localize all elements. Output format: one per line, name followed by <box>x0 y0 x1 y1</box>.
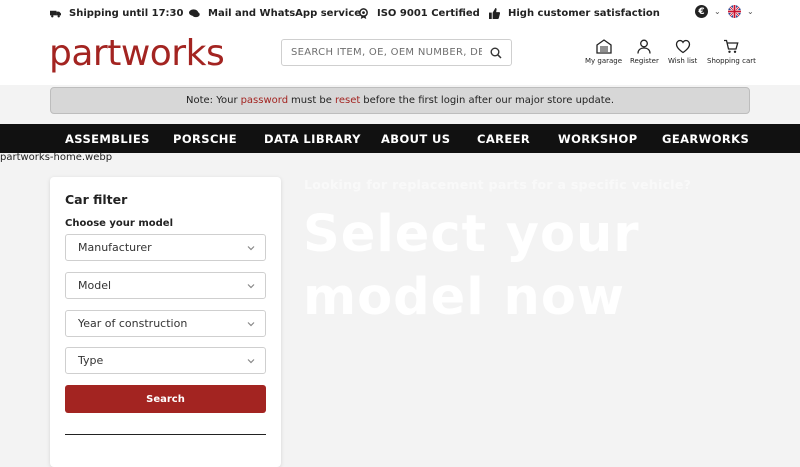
my-garage-label: My garage <box>585 57 623 65</box>
year-select[interactable]: Year of construction <box>65 310 266 337</box>
search-icon[interactable] <box>490 47 502 59</box>
nav-workshop[interactable]: WORKSHOP <box>558 132 638 146</box>
search-box[interactable] <box>281 39 512 66</box>
chevron-down-icon <box>247 246 255 251</box>
manufacturer-select[interactable]: Manufacturer <box>65 234 266 261</box>
usp-shipping-text: Shipping until 17:30 <box>69 7 184 19</box>
hero-kicker: Looking for replacement parts for a spec… <box>304 177 692 192</box>
site-header: partworks My garage Register Wish list S… <box>0 25 800 85</box>
notice-text-middle: must be <box>291 95 332 106</box>
nav-assemblies[interactable]: ASSEMBLIES <box>65 132 150 146</box>
chat-icon <box>189 8 200 17</box>
certificate-icon <box>359 7 368 19</box>
nav-data-library[interactable]: DATA LIBRARY <box>264 132 361 146</box>
car-filter-search-button[interactable]: Search <box>65 385 266 413</box>
nav-gearworks[interactable]: GEARWORKS <box>662 132 749 146</box>
euro-icon: € <box>695 5 708 18</box>
usp-satisfaction-text: High customer satisfaction <box>508 7 660 19</box>
user-icon <box>637 39 652 54</box>
truck-icon <box>50 10 61 17</box>
register-label: Register <box>630 57 659 65</box>
usp-iso: ISO 9001 Certified <box>358 6 480 20</box>
wish-list-button[interactable]: Wish list <box>668 39 697 65</box>
thumbs-up-icon <box>489 7 500 19</box>
usp-bar: Shipping until 17:30 Mail and WhatsApp s… <box>0 0 800 25</box>
nav-about-us[interactable]: ABOUT US <box>381 132 450 146</box>
hero-headline: Select your model now <box>303 205 640 327</box>
usp-satisfaction: High customer satisfaction <box>489 6 660 20</box>
manufacturer-select-label: Manufacturer <box>78 241 152 254</box>
model-select[interactable]: Model <box>65 272 266 299</box>
type-select-label: Type <box>78 354 104 367</box>
car-filter-subtitle: Choose your model <box>65 218 173 229</box>
store-update-notice: Note: Your password must be reset before… <box>50 87 750 114</box>
register-button[interactable]: Register <box>630 39 659 65</box>
uk-flag-icon <box>728 5 741 18</box>
car-filter-panel: Car filter Choose your model Manufacture… <box>50 177 281 467</box>
chevron-down-icon: ⌄ <box>747 7 754 16</box>
shopping-cart-button[interactable]: Shopping cart <box>707 39 756 65</box>
chevron-down-icon <box>247 284 255 289</box>
reset-link[interactable]: reset <box>335 95 360 106</box>
notice-text-after: before the first login after our major s… <box>363 95 614 106</box>
password-link[interactable]: password <box>241 95 288 106</box>
nav-porsche[interactable]: PORSCHE <box>173 132 237 146</box>
my-garage-button[interactable]: My garage <box>585 39 622 65</box>
year-select-label: Year of construction <box>78 317 188 330</box>
shopping-cart-label: Shopping cart <box>707 57 756 65</box>
partworks-logo[interactable]: partworks <box>49 33 225 74</box>
currency-selector[interactable]: € ⌄ <box>695 5 721 18</box>
wish-list-label: Wish list <box>668 57 698 65</box>
chevron-down-icon: ⌄ <box>714 7 721 16</box>
chevron-down-icon <box>247 359 255 364</box>
usp-service-text: Mail and WhatsApp service <box>208 7 362 19</box>
usp-shipping: Shipping until 17:30 <box>50 6 183 20</box>
notice-text-before: Note: Your <box>185 95 238 106</box>
search-input[interactable] <box>282 40 482 65</box>
car-filter-title: Car filter <box>65 192 128 207</box>
cart-icon <box>724 39 739 53</box>
heart-icon <box>675 39 690 54</box>
usp-service: Mail and WhatsApp service <box>189 6 361 20</box>
chevron-down-icon <box>247 322 255 327</box>
model-select-label: Model <box>78 279 112 292</box>
hero-image-alt-text: partworks-home.webp <box>0 152 113 163</box>
usp-iso-text: ISO 9001 Certified <box>377 7 480 19</box>
nav-career[interactable]: CAREER <box>477 132 530 146</box>
panel-divider <box>65 434 266 435</box>
type-select[interactable]: Type <box>65 347 266 374</box>
main-nav: ASSEMBLIES PORSCHE DATA LIBRARY ABOUT US… <box>0 124 800 153</box>
language-selector[interactable]: ⌄ <box>728 5 754 18</box>
garage-icon <box>595 39 612 54</box>
